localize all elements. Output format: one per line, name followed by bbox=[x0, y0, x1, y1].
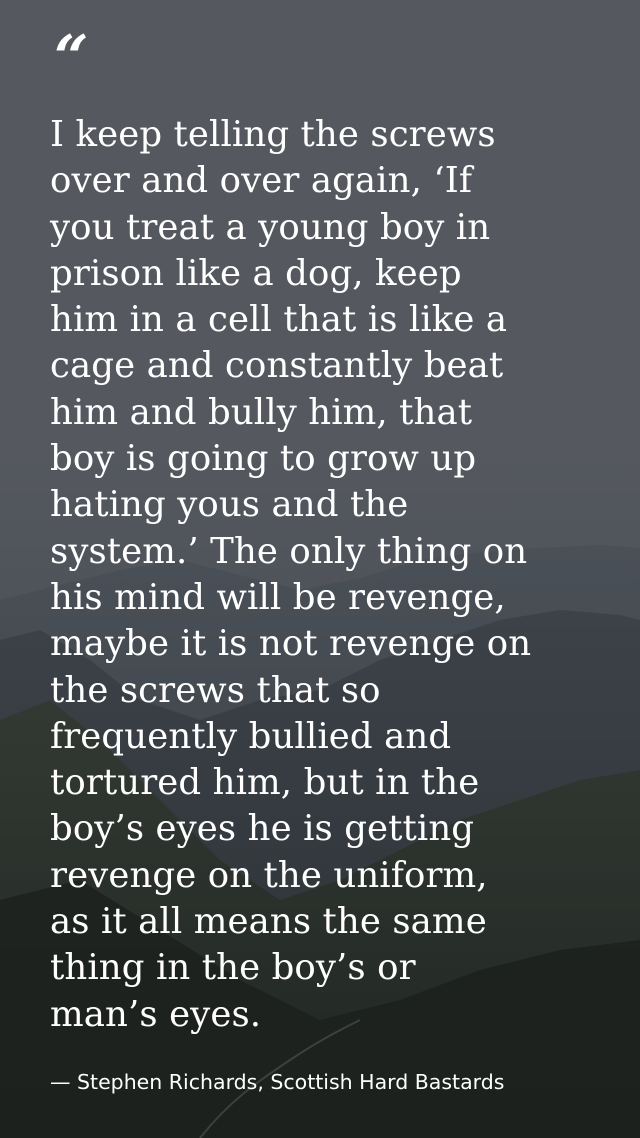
quote-text: I keep telling the screws over and over … bbox=[50, 114, 532, 1035]
quote-mark-icon: “ bbox=[54, 23, 88, 93]
quote-attribution: — Stephen Richards, Scottish Hard Bastar… bbox=[50, 1070, 505, 1094]
